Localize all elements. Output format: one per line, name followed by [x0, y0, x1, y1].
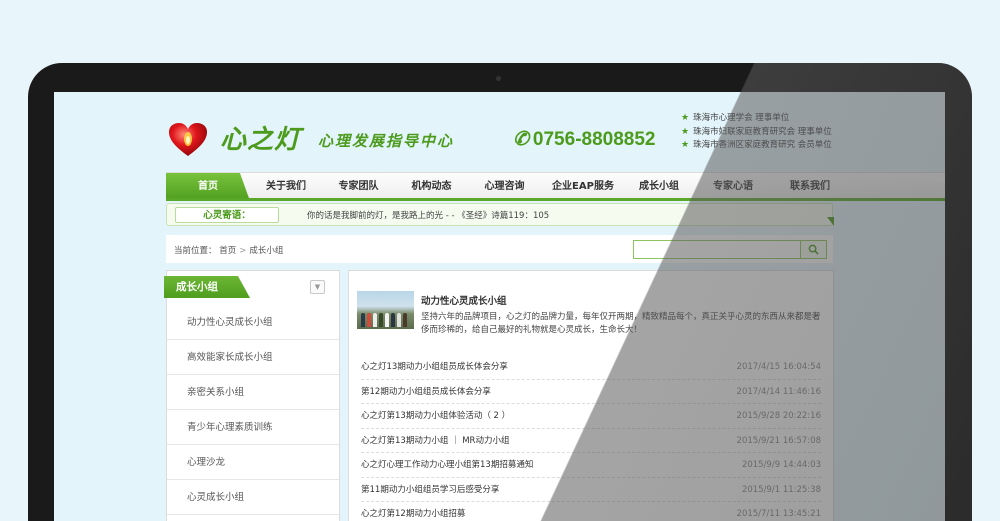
news-date: 2015/9/28 20:22:16 — [736, 411, 821, 421]
heart-lamp-icon[interactable] — [168, 122, 208, 158]
membership-text: 珠海市妇联家庭教育研究会 理事单位 — [693, 126, 832, 137]
news-date: 2017/4/14 11:46:16 — [736, 386, 821, 397]
news-title[interactable]: 心之灯第12期动力小组招募 — [361, 502, 465, 521]
search-icon — [808, 244, 819, 255]
motto-corner-decoration — [827, 217, 834, 226]
sidebar: 成长小组 ▼ 动力性心灵成长小组 高效能家长成长小组 亲密关系小组 青少年心理素… — [164, 270, 340, 521]
sidebar-header: 成长小组 ▼ — [164, 276, 338, 300]
news-title[interactable]: 心之灯13期动力小组组员成长体会分享 — [361, 355, 508, 379]
nav-item-home[interactable]: 首页 — [166, 173, 250, 201]
phone-number: ✆ 0756-8808852 — [513, 128, 656, 151]
news-date: 2017/4/15 16:04:54 — [736, 362, 821, 372]
logo-subtitle: 心理发展指导中心 — [318, 132, 455, 150]
news-row[interactable]: 第11期动力小组组员学习后感受分享 2015/9/1 11:25:38 — [361, 478, 821, 502]
main-content: 动力性心灵成长小组 坚持六年的品牌项目，心之灯的品牌力量，每年仅开两期，精致精品… — [348, 270, 834, 521]
membership-item: ★ 珠海市香洲区家庭教育研究 会员单位 — [681, 139, 832, 153]
nav-item-about[interactable]: 关于我们 — [250, 173, 322, 201]
membership-text: 珠海市心理学会 理事单位 — [693, 113, 790, 123]
feature-group-photo[interactable] — [357, 291, 414, 329]
membership-item: ★ 珠海市心理学会 理事单位 — [681, 112, 832, 126]
membership-item: ★ 珠海市妇联家庭教育研究会 理事单位 — [681, 126, 832, 140]
nav-item-counseling[interactable]: 心理咨询 — [468, 173, 541, 201]
star-icon: ★ — [681, 113, 690, 123]
site-header: 心之灯 心理发展指导中心 ✆ 0756-8808852 ★ 珠海市心理学会 理事单位… — [54, 92, 945, 172]
breadcrumb-home-link[interactable]: 首页 — [219, 246, 236, 256]
browser-screen: 心之灯 心理发展指导中心 ✆ 0756-8808852 ★ 珠海市心理学会 理事单位… — [54, 92, 945, 521]
nav-item-contact[interactable]: 联系我们 — [773, 173, 847, 201]
star-icon: ★ — [681, 126, 690, 137]
news-title[interactable]: 心之灯第13期动力小组 ｜ MR动力小组 — [361, 429, 509, 453]
motto-bar: 心灵寄语： 你的话是我脚前的灯，是我路上的光 - - 《圣经》诗篇119：105 — [166, 203, 833, 226]
feature-description: 坚持六年的品牌项目，心之灯的品牌力量，每年仅开两期，精致精品每个，真正关乎心灵的… — [421, 312, 821, 335]
main-nav: 首页 关于我们 专家团队 机构动态 心理咨询 企业EAP服务 成长小组 专家心语… — [166, 172, 945, 201]
phone-icon: ✆ — [513, 129, 529, 150]
breadcrumb-separator: > — [239, 246, 247, 256]
news-date: 2015/9/21 16:57:08 — [736, 435, 821, 446]
news-title[interactable]: 第12期动力小组组员成长体会分享 — [361, 380, 491, 404]
news-date: 2015/9/9 14:44:03 — [741, 460, 821, 470]
news-row[interactable]: 心之灯第13期动力小组 ｜ MR动力小组 2015/9/21 16:57:08 — [361, 429, 821, 453]
news-row[interactable]: 心之灯第12期动力小组招募 2015/7/11 13:45:21 — [361, 502, 821, 521]
news-row[interactable]: 心之灯心理工作动力心理小组第13期招募通知 2015/9/9 14:44:03 — [361, 453, 821, 478]
news-title[interactable]: 心之灯第13期动力小组体验活动（ 2 ） — [361, 404, 510, 428]
sidebar-item[interactable]: 心理沙龙 — [167, 445, 339, 480]
nav-item-expert-words[interactable]: 专家心语 — [693, 173, 773, 201]
nav-item-eap[interactable]: 企业EAP服务 — [541, 173, 625, 201]
news-row[interactable]: 心之灯第13期动力小组体验活动（ 2 ） 2015/9/28 20:22:16 — [361, 404, 821, 429]
news-list: 心之灯13期动力小组组员成长体会分享 2017/4/15 16:04:54 第12… — [361, 355, 821, 521]
feature-title[interactable]: 动力性心灵成长小组 — [421, 293, 507, 307]
breadcrumb-prefix: 当前位置： — [174, 246, 217, 256]
phone-text: 0756-8808852 — [532, 129, 656, 150]
news-date: 2015/7/11 13:45:21 — [736, 509, 821, 519]
membership-text: 珠海市香洲区家庭教育研究 会员单位 — [693, 140, 832, 150]
nav-item-experts[interactable]: 专家团队 — [322, 173, 395, 201]
membership-list: ★ 珠海市心理学会 理事单位 ★ 珠海市妇联家庭教育研究会 理事单位 ★ 珠海市香洲区… — [681, 112, 832, 153]
breadcrumb: 当前位置： 首页 > 成长小组 — [174, 244, 283, 256]
nav-underline — [166, 198, 945, 201]
sidebar-item[interactable]: 青少年心理素质训练 — [167, 410, 339, 445]
sidebar-item[interactable]: 高效能家长成长小组 — [167, 340, 339, 375]
news-title[interactable]: 心之灯心理工作动力心理小组第13期招募通知 — [361, 453, 533, 477]
search-button[interactable] — [801, 240, 827, 259]
sidebar-list: 动力性心灵成长小组 高效能家长成长小组 亲密关系小组 青少年心理素质训练 心理沙… — [167, 305, 339, 515]
nav-item-growth-groups[interactable]: 成长小组 — [625, 173, 693, 201]
sidebar-item[interactable]: 动力性心灵成长小组 — [167, 305, 339, 340]
search-input[interactable] — [633, 240, 801, 259]
sidebar-item[interactable]: 亲密关系小组 — [167, 375, 339, 410]
news-row[interactable]: 第12期动力小组组员成长体会分享 2017/4/14 11:46:16 — [361, 380, 821, 404]
sidebar-title: 成长小组 — [164, 276, 250, 298]
star-icon: ★ — [681, 140, 690, 150]
motto-text: 你的话是我脚前的灯，是我路上的光 - - 《圣经》诗篇119：105 — [307, 211, 550, 221]
breadcrumb-current: 成长小组 — [249, 246, 284, 256]
news-date: 2015/9/1 11:25:38 — [741, 484, 821, 495]
laptop-camera — [496, 76, 501, 81]
logo-name[interactable]: 心之灯 — [220, 119, 301, 156]
chevron-down-icon[interactable]: ▼ — [310, 280, 325, 294]
breadcrumb-bar: 当前位置： 首页 > 成长小组 — [166, 235, 833, 263]
sidebar-item[interactable]: 心灵成长小组 — [167, 480, 339, 515]
motto-label: 心灵寄语： — [175, 207, 279, 223]
news-row[interactable]: 心之灯13期动力小组组员成长体会分享 2017/4/15 16:04:54 — [361, 355, 821, 380]
nav-item-news[interactable]: 机构动态 — [395, 173, 468, 201]
news-title[interactable]: 第11期动力小组组员学习后感受分享 — [361, 478, 499, 502]
